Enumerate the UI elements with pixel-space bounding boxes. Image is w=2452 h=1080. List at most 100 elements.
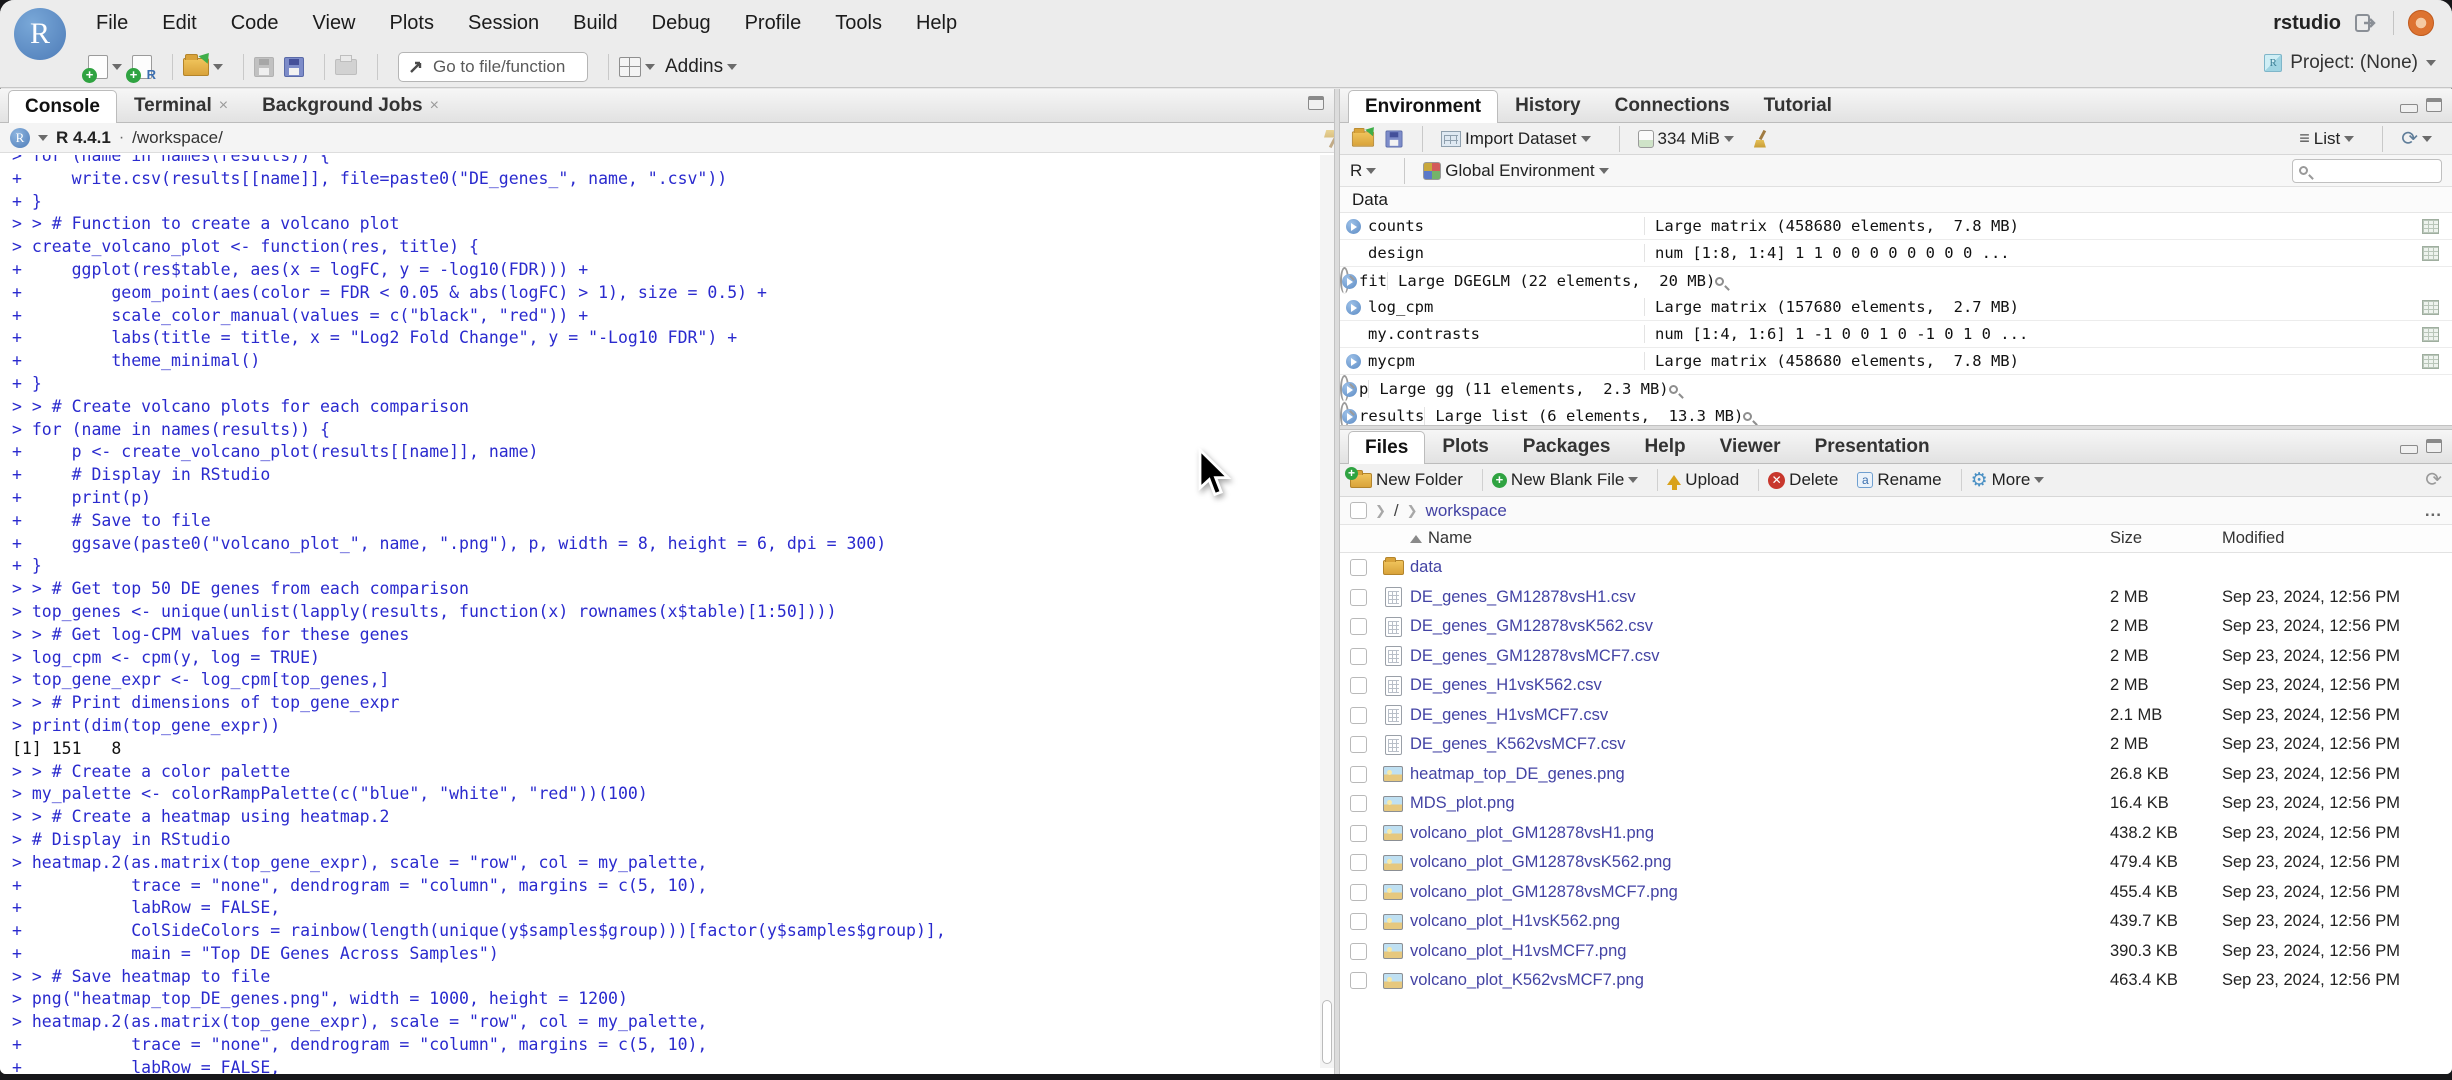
file-checkbox[interactable]	[1349, 559, 1367, 577]
file-name-link[interactable]: data	[1410, 558, 2110, 577]
tab-packages[interactable]: Packages	[1506, 430, 1628, 463]
expand-icon[interactable]	[1342, 273, 1357, 289]
file-row[interactable]: DE_genes_GM12878vsMCF7.csv 2 MB Sep 23, …	[1340, 642, 2452, 672]
panes-layout-button[interactable]	[619, 56, 655, 77]
tab-history[interactable]: History	[1498, 89, 1597, 122]
console-output[interactable]: > for (name in names(results)) { + write…	[0, 155, 1318, 1074]
inspect-object-icon[interactable]	[1668, 384, 1678, 394]
file-checkbox[interactable]	[1349, 677, 1367, 695]
file-name-link[interactable]: DE_genes_H1vsK562.csv	[1410, 676, 2110, 695]
tab-console[interactable]: Console	[8, 90, 117, 123]
file-row[interactable]: MDS_plot.png 16.4 KB Sep 23, 2024, 12:56…	[1340, 789, 2452, 819]
file-name-link[interactable]: volcano_plot_GM12878vsMCF7.png	[1410, 883, 2110, 902]
file-name-link[interactable]: DE_genes_GM12878vsK562.csv	[1410, 617, 2110, 636]
file-checkbox[interactable]	[1349, 913, 1367, 931]
view-table-icon[interactable]	[2421, 353, 2439, 369]
refresh-files-icon[interactable]: ⟳	[2425, 470, 2442, 490]
load-workspace-icon[interactable]	[1351, 127, 1375, 147]
goto-file-function-box[interactable]	[398, 51, 588, 82]
file-row[interactable]: DE_genes_K562vsMCF7.csv 2 MB Sep 23, 202…	[1340, 730, 2452, 760]
language-selector[interactable]: R	[1350, 161, 1377, 181]
clear-environment-button[interactable]	[1752, 130, 1768, 148]
environment-search-box[interactable]	[2292, 158, 2442, 183]
file-row[interactable]: volcano_plot_GM12878vsK562.png 479.4 KB …	[1340, 848, 2452, 878]
expand-icon[interactable]	[1340, 327, 1366, 342]
view-table-icon[interactable]	[2421, 218, 2439, 234]
maximize-panel-icon[interactable]	[1308, 96, 1324, 110]
inspect-object-icon[interactable]	[1743, 411, 1753, 421]
expand-icon[interactable]	[1340, 353, 1366, 369]
file-checkbox[interactable]	[1349, 972, 1367, 990]
tab-help[interactable]: Help	[1627, 430, 1702, 463]
file-checkbox[interactable]	[1349, 706, 1367, 724]
inspect-object-icon[interactable]	[1715, 276, 1725, 286]
file-name-link[interactable]: volcano_plot_K562vsMCF7.png	[1410, 971, 2110, 990]
file-name-link[interactable]: DE_genes_GM12878vsMCF7.csv	[1410, 647, 2110, 666]
console-scrollbar[interactable]	[1320, 155, 1334, 1068]
maximize-panel-icon[interactable]	[2426, 438, 2442, 453]
file-name-link[interactable]: DE_genes_GM12878vsH1.csv	[1410, 588, 2110, 607]
file-name-link[interactable]: MDS_plot.png	[1410, 794, 2110, 813]
tab-files[interactable]: Files	[1348, 431, 1426, 464]
file-row[interactable]: heatmap_top_DE_genes.png 26.8 KB Sep 23,…	[1340, 760, 2452, 790]
environment-row[interactable]: fit Large DGEGLM (22 elements, 20 MB)	[1340, 267, 1725, 294]
new-file-button[interactable]: +	[82, 54, 122, 83]
expand-icon[interactable]	[1340, 246, 1366, 261]
save-all-button[interactable]	[284, 56, 304, 77]
session-quit-icon[interactable]	[2408, 10, 2434, 36]
file-row[interactable]: volcano_plot_GM12878vsMCF7.png 455.4 KB …	[1340, 878, 2452, 908]
environment-row[interactable]: mycpm Large matrix (458680 elements, 7.8…	[1340, 348, 2452, 375]
file-name-link[interactable]: volcano_plot_H1vsK562.png	[1410, 912, 2110, 931]
file-row[interactable]: DE_genes_GM12878vsH1.csv 2 MB Sep 23, 20…	[1340, 583, 2452, 613]
tab-presentation[interactable]: Presentation	[1798, 430, 1947, 463]
menu-item[interactable]: Build	[573, 12, 617, 35]
view-table-icon[interactable]	[2421, 299, 2439, 315]
sign-out-icon[interactable]	[2355, 13, 2379, 33]
file-checkbox[interactable]	[1349, 588, 1367, 606]
menu-item[interactable]: File	[96, 12, 128, 35]
expand-icon[interactable]	[1342, 408, 1357, 424]
file-row[interactable]: volcano_plot_H1vsK562.png 439.7 KB Sep 2…	[1340, 907, 2452, 937]
environment-row[interactable]: design num [1:8, 1:4] 1 1 0 0 0 0 0 0 0 …	[1340, 240, 2452, 267]
rename-button[interactable]: a Rename	[1857, 470, 1942, 490]
file-checkbox[interactable]	[1349, 824, 1367, 842]
file-row[interactable]: volcano_plot_GM12878vsH1.png 438.2 KB Se…	[1340, 819, 2452, 849]
breadcrumb-more-button[interactable]: ...	[2425, 501, 2442, 521]
tab-terminal[interactable]: Terminal ×	[117, 89, 245, 122]
open-file-button[interactable]	[183, 53, 223, 76]
more-button[interactable]: ⚙ More	[1971, 470, 2045, 490]
file-checkbox[interactable]	[1349, 765, 1367, 783]
import-dataset-button[interactable]: Import Dataset	[1441, 129, 1591, 149]
menu-item[interactable]: Plots	[390, 12, 434, 35]
menu-item[interactable]: Tools	[835, 12, 882, 35]
delete-button[interactable]: ✕ Delete	[1768, 470, 1838, 490]
environment-row[interactable]: p Large gg (11 elements, 2.3 MB)	[1340, 375, 1678, 402]
menu-item[interactable]: Debug	[652, 12, 711, 35]
expand-icon[interactable]	[1340, 299, 1366, 315]
file-name-link[interactable]: DE_genes_K562vsMCF7.csv	[1410, 735, 2110, 754]
file-row[interactable]: volcano_plot_K562vsMCF7.png 463.4 KB Sep…	[1340, 966, 2452, 996]
new-folder-button[interactable]: New Folder	[1345, 466, 1463, 490]
working-directory-label[interactable]: /workspace/	[132, 128, 223, 148]
file-checkbox[interactable]	[1349, 647, 1367, 665]
menu-item[interactable]: Edit	[162, 12, 196, 35]
column-header-size[interactable]: Size	[2110, 529, 2222, 548]
file-name-link[interactable]: volcano_plot_GM12878vsH1.png	[1410, 824, 2110, 843]
file-row[interactable]: DE_genes_GM12878vsK562.csv 2 MB Sep 23, …	[1340, 612, 2452, 642]
menu-item[interactable]: Session	[468, 12, 539, 35]
file-row[interactable]: DE_genes_H1vsMCF7.csv 2.1 MB Sep 23, 202…	[1340, 701, 2452, 731]
file-checkbox[interactable]	[1349, 883, 1367, 901]
save-button[interactable]	[254, 56, 274, 77]
minimize-panel-icon[interactable]	[2400, 104, 2418, 113]
project-selector[interactable]: R Project: (None)	[2264, 52, 2436, 74]
minimize-panel-icon[interactable]	[2400, 445, 2418, 454]
tab-viewer[interactable]: Viewer	[1703, 430, 1798, 463]
file-name-link[interactable]: DE_genes_H1vsMCF7.csv	[1410, 706, 2110, 725]
environment-scope-selector[interactable]: Global Environment	[1423, 161, 1609, 181]
environment-row[interactable]: log_cpm Large matrix (157680 elements, 2…	[1340, 294, 2452, 321]
view-table-icon[interactable]	[2421, 245, 2439, 261]
close-icon[interactable]: ×	[219, 97, 228, 115]
list-view-button[interactable]: ≡ List	[2299, 128, 2355, 149]
refresh-environment-button[interactable]: ⟳	[2401, 129, 2432, 149]
column-header-modified[interactable]: Modified	[2222, 529, 2452, 548]
